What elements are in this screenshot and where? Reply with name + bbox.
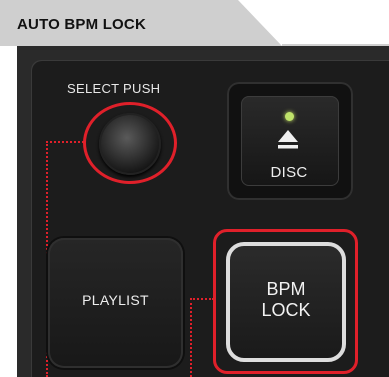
disc-label: DISC (270, 164, 308, 181)
bpm-lock-label-line2: LOCK (261, 300, 311, 320)
eject-icon (278, 130, 298, 149)
callout-line-bpm-horizontal (190, 298, 214, 300)
select-push-label: SELECT PUSH (67, 81, 161, 96)
header-tab: AUTO BPM LOCK (0, 0, 389, 46)
rotary-knob-icon[interactable] (99, 113, 161, 175)
callout-line-knob-horizontal (46, 141, 84, 143)
playlist-label: PLAYLIST (82, 292, 149, 308)
bpm-lock-label-line1: BPM (266, 279, 306, 299)
bpm-lock-label: BPM LOCK (226, 279, 346, 321)
disc-led-indicator (285, 112, 294, 121)
callout-line-bpm-vertical (190, 298, 192, 377)
page-title: AUTO BPM LOCK (17, 16, 146, 33)
